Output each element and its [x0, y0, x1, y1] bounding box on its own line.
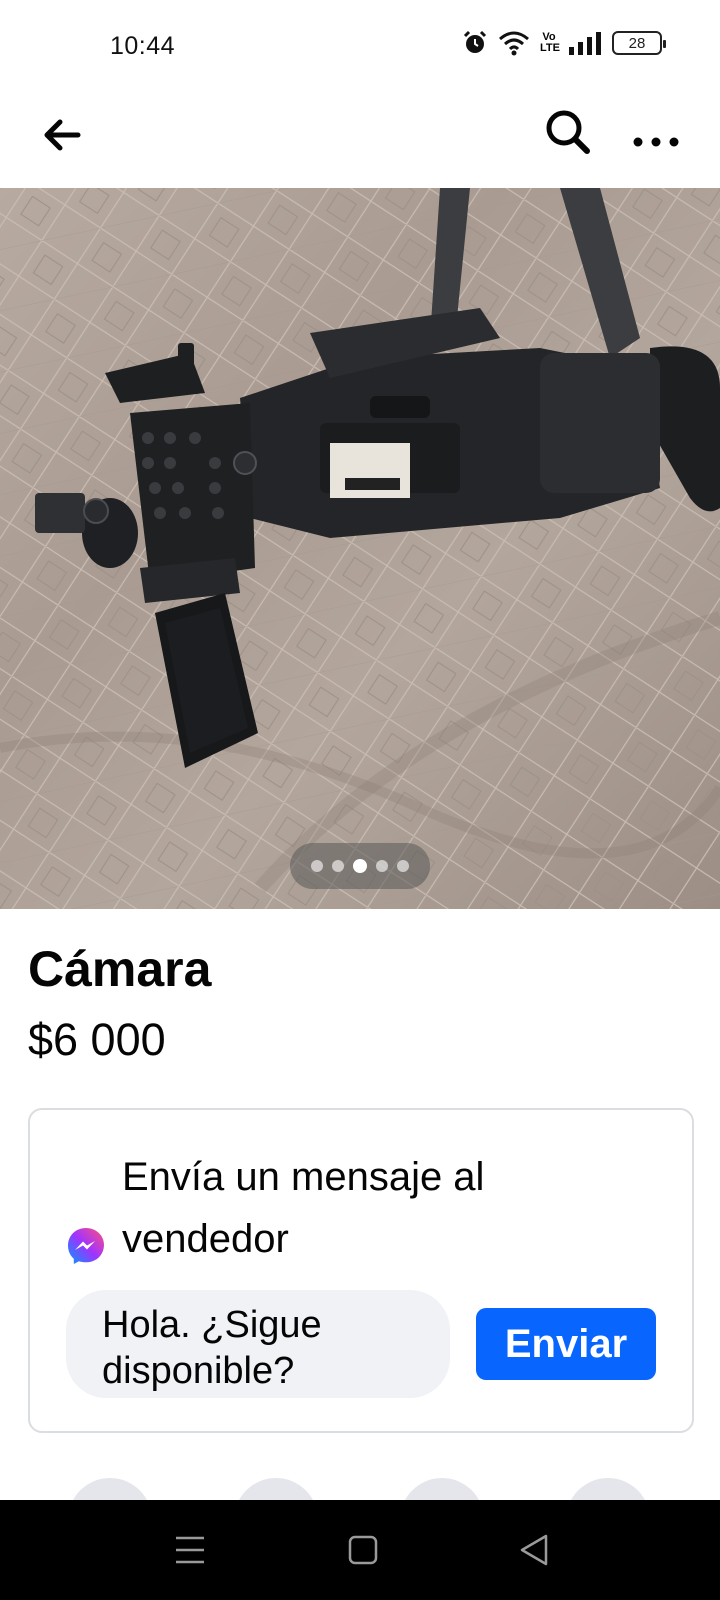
search-button[interactable] [540, 104, 596, 160]
volte-icon: Vo LTE [540, 31, 560, 54]
arrow-left-icon [44, 119, 81, 151]
battery-level: 28 [628, 34, 646, 52]
pager-dot[interactable] [397, 860, 409, 872]
back-button[interactable] [38, 110, 88, 160]
system-nav-bar [0, 1500, 720, 1600]
status-time: 10:44 [110, 32, 176, 60]
listing-price: $6 000 [28, 1014, 166, 1065]
pager-dot[interactable] [332, 860, 344, 872]
action-button[interactable] [566, 1478, 650, 1500]
home-icon[interactable] [348, 1535, 378, 1565]
search-icon [546, 110, 590, 154]
battery-indicator: 28 [612, 31, 666, 55]
action-buttons-row [0, 1478, 720, 1500]
photo-pager [290, 843, 430, 889]
menu-icon[interactable] [176, 1536, 204, 1564]
pager-dot[interactable] [376, 860, 388, 872]
more-options-button[interactable] [628, 110, 684, 160]
pager-dot-active[interactable] [353, 859, 367, 873]
action-button[interactable] [400, 1478, 484, 1500]
signal-icon [569, 32, 601, 55]
action-button[interactable] [68, 1478, 152, 1500]
top-nav [0, 96, 720, 188]
messenger-icon [68, 1228, 104, 1264]
message-heading: Envía un mensaje al vendedor [122, 1155, 485, 1261]
listing-photo[interactable] [0, 188, 720, 909]
alarm-icon [463, 30, 487, 53]
back-triangle-icon[interactable] [520, 1534, 548, 1566]
status-icons: Vo LTE 28 [462, 30, 666, 56]
message-input[interactable]: Hola. ¿Sigue disponible? [66, 1290, 450, 1398]
action-button[interactable] [234, 1478, 318, 1500]
wifi-icon [499, 31, 529, 56]
pager-dot[interactable] [311, 860, 323, 872]
send-button[interactable]: Enviar [476, 1308, 656, 1380]
more-dots-icon [633, 137, 679, 147]
camera-photo [0, 188, 720, 909]
listing-title: Cámara [28, 941, 212, 997]
status-bar: 10:44 Vo LTE 28 [0, 0, 720, 96]
message-seller-card: Envía un mensaje al vendedor Hola. ¿Sigu… [28, 1108, 694, 1433]
